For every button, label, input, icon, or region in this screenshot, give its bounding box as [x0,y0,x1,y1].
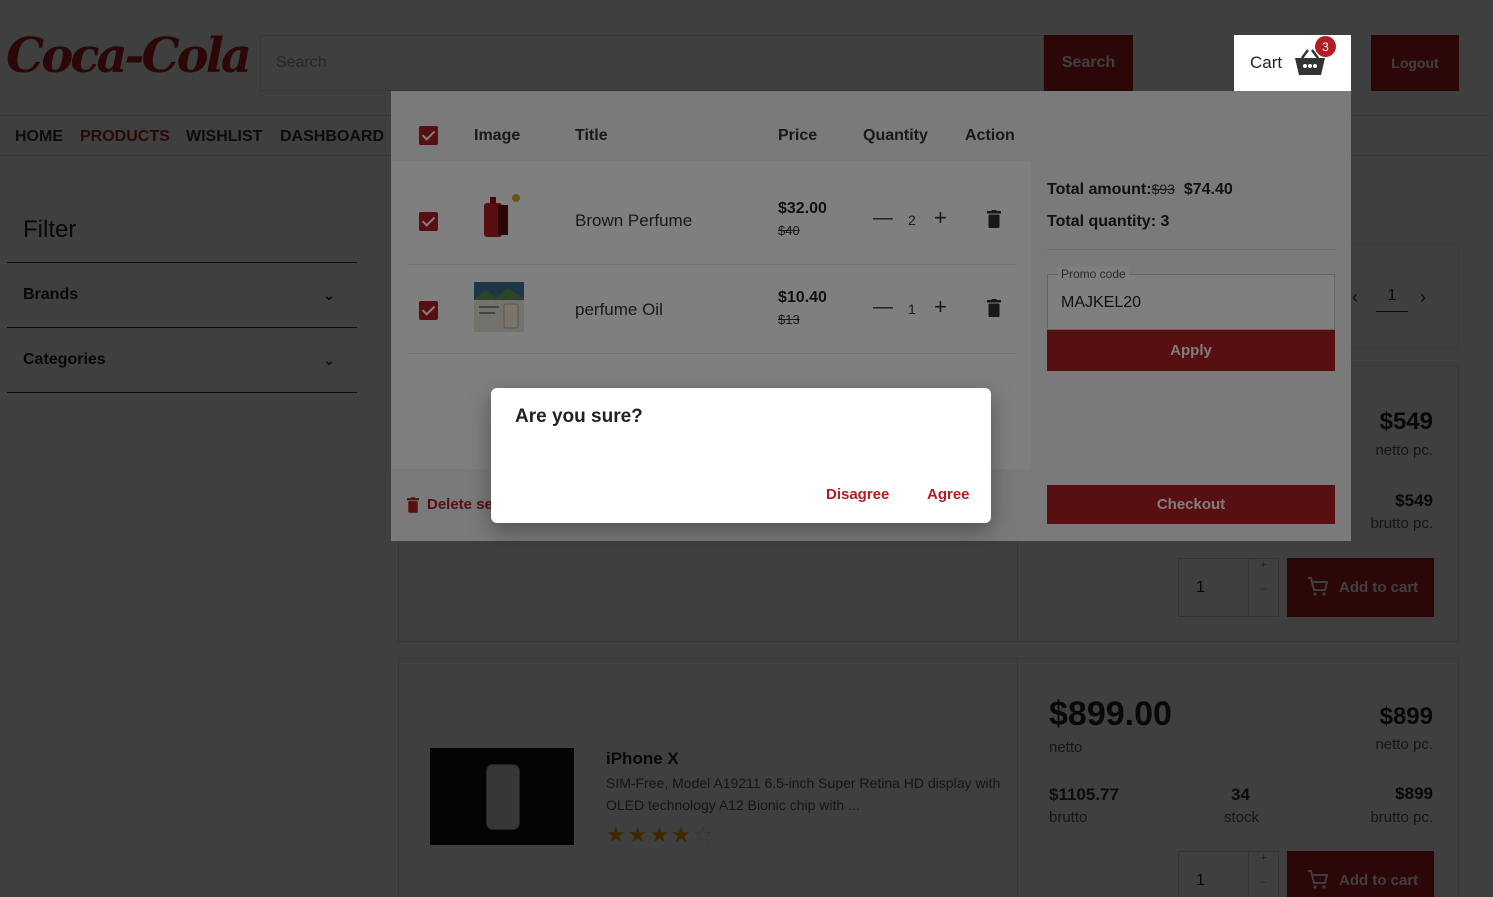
cart-label: Cart [1250,53,1283,72]
dialog-question: Are you sure? [515,406,643,427]
disagree-button[interactable]: Disagree [826,486,889,503]
cart-button-active[interactable]: Cart 3 [1234,35,1351,91]
cart-count-badge: 3 [1315,36,1336,57]
agree-button[interactable]: Agree [927,486,970,503]
confirm-dialog: Are you sure? Disagree Agree [491,388,991,523]
